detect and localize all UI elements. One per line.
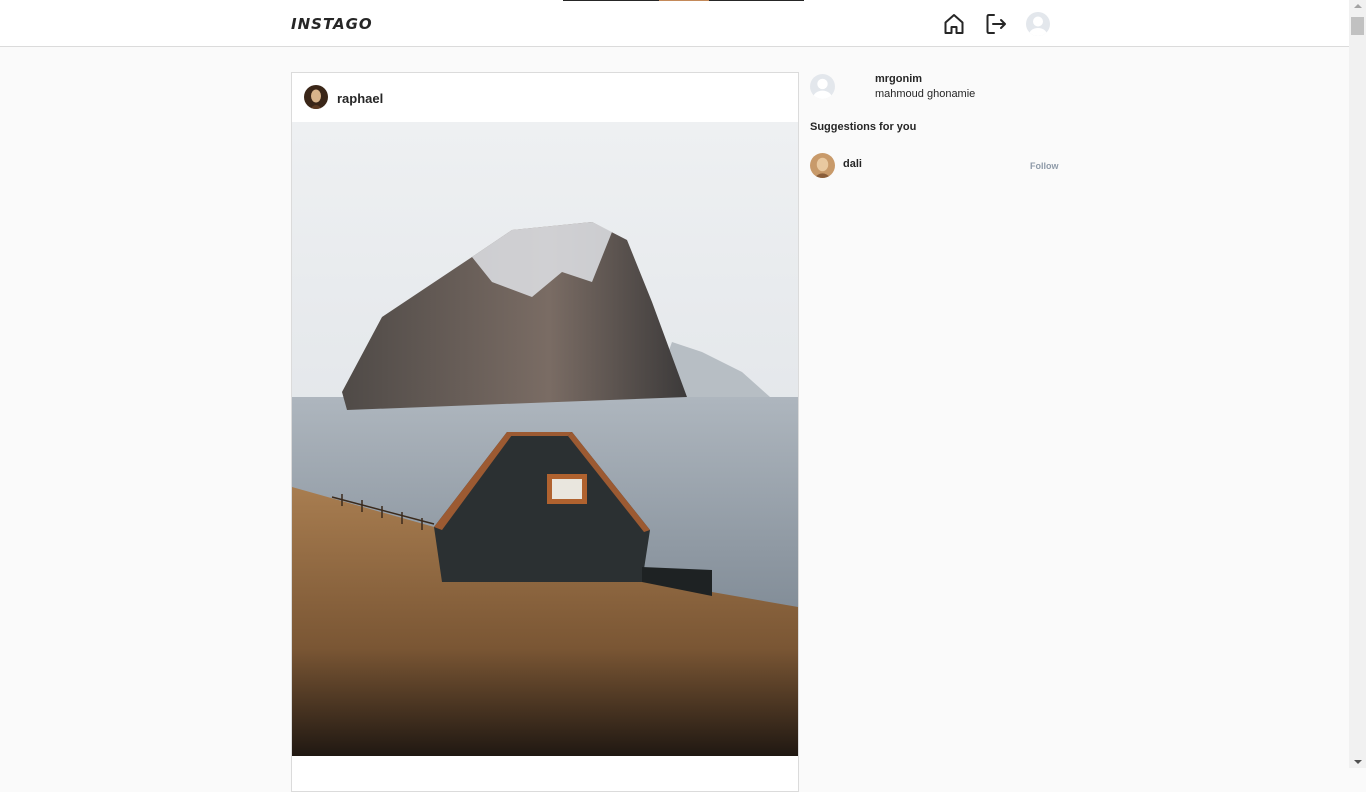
default-avatar-icon — [810, 74, 835, 99]
suggestions-heading: Suggestions for you — [810, 121, 917, 133]
top-navbar: INSTAGO — [0, 0, 1349, 47]
current-user-fullname: mahmoud ghonamie — [875, 88, 976, 100]
scroll-down-arrow-icon[interactable] — [1354, 760, 1362, 764]
app-logo[interactable]: INSTAGO — [291, 15, 373, 33]
home-icon[interactable] — [942, 12, 966, 36]
post-header: raphael — [292, 73, 798, 123]
post-photo[interactable] — [292, 122, 798, 756]
post-author-username[interactable]: raphael — [337, 91, 383, 106]
follow-button[interactable]: Follow — [1030, 161, 1059, 171]
current-user-avatar[interactable] — [810, 74, 835, 99]
portrait-icon — [810, 153, 835, 178]
scroll-up-arrow-icon[interactable] — [1354, 4, 1362, 8]
suggestion-username[interactable]: dali — [843, 158, 862, 170]
user-avatar[interactable] — [1026, 12, 1050, 36]
default-avatar-icon — [1026, 12, 1050, 36]
landscape-photo-icon — [292, 122, 798, 756]
scrollbar-thumb[interactable] — [1351, 17, 1364, 35]
suggestion-avatar[interactable] — [810, 153, 835, 178]
page-scrollbar[interactable] — [1349, 0, 1366, 768]
feed-post: raphael — [291, 72, 799, 792]
loading-bar — [563, 0, 804, 1]
portrait-icon — [304, 85, 328, 109]
logout-icon[interactable] — [984, 12, 1008, 36]
current-user-username[interactable]: mrgonim — [875, 73, 922, 85]
post-author-avatar[interactable] — [304, 85, 328, 109]
